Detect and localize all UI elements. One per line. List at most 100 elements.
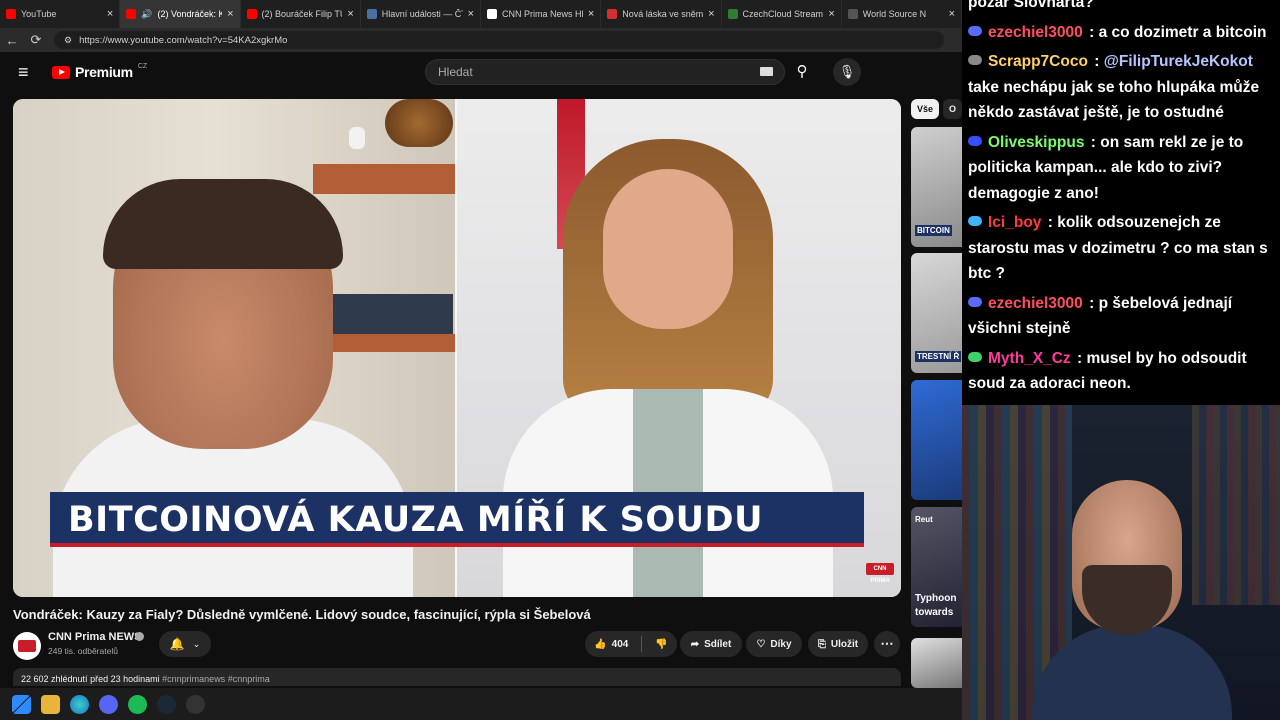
thumbnail-label: Typhoon — [915, 593, 957, 604]
like-separator — [641, 636, 643, 652]
close-tab-icon[interactable]: × — [347, 8, 353, 20]
chat-username[interactable]: Ici_boy — [988, 214, 1041, 231]
menu-icon[interactable]: ≡ — [18, 62, 29, 83]
reload-icon[interactable]: ⟳ — [24, 32, 48, 48]
obs-icon[interactable] — [186, 694, 205, 714]
share-icon: ➦ — [690, 638, 700, 650]
youtube-logo[interactable]: Premium CZ — [52, 63, 147, 80]
browser-tab[interactable]: (2) Bouráček Filip TUREK × — [241, 0, 361, 28]
site-info-icon[interactable]: ⚙ — [64, 35, 72, 46]
chat-username[interactable]: Scrapp7Coco — [988, 53, 1088, 70]
tab-title: YouTube — [21, 9, 57, 19]
back-icon[interactable]: ← — [0, 33, 24, 48]
host-face — [603, 169, 733, 329]
tab-title: Nová láska ve sněmovně — [622, 9, 704, 19]
browser-tab[interactable]: 🔊 (2) Vondráček: Kauz × — [120, 0, 241, 28]
chat-username[interactable]: ezechiel3000 — [988, 24, 1083, 41]
discord-icon[interactable] — [99, 694, 118, 714]
streamer-webcam — [962, 405, 1280, 720]
like-count[interactable]: 404 — [612, 639, 629, 650]
taskbar — [0, 688, 962, 720]
thumbnail-label: BITCOIN — [915, 225, 952, 236]
close-tab-icon[interactable]: × — [227, 8, 233, 20]
tab-favicon-icon — [126, 9, 137, 19]
file-explorer-icon[interactable] — [41, 694, 60, 714]
chat-message: Ici_boy : kolik odsouzenejch ze starostu… — [968, 210, 1274, 287]
channel-avatar[interactable] — [13, 632, 41, 660]
chevron-down-icon: ⌄ — [192, 638, 201, 649]
more-icon: ⋯ — [880, 636, 894, 651]
save-label: Uložit — [830, 638, 859, 650]
chat-message: Scrapp7Coco : @FilipTurekJeKokot take ne… — [968, 49, 1274, 126]
recommendation-thumbnail[interactable]: BITCOIN — [911, 127, 962, 247]
guest-hair — [103, 179, 343, 269]
notification-button[interactable]: 🔔 ⌄ — [159, 631, 211, 657]
upload-age: před 23 hodinami — [90, 674, 160, 684]
close-tab-icon[interactable]: × — [708, 8, 714, 20]
chat-badge-icon — [968, 25, 982, 36]
hashtags[interactable]: #cnnprimanews #cnnprima — [162, 674, 270, 684]
steam-icon[interactable] — [157, 694, 176, 714]
chat-badge-icon — [968, 351, 982, 362]
logo-text: Premium — [75, 64, 133, 80]
browser-tab[interactable]: Hlavní události — ČT24 × — [361, 0, 481, 28]
browser-tab[interactable]: Nová láska ve sněmovně × — [601, 0, 722, 28]
close-tab-icon[interactable]: × — [468, 8, 474, 20]
bookshelf-right — [1192, 405, 1280, 605]
video-title: Vondráček: Kauzy za Fialy? Důsledně vyml… — [13, 607, 591, 622]
like-dislike-group: 👍 404 👎 — [585, 631, 677, 657]
windows-start-icon[interactable] — [12, 694, 31, 714]
browser-tab[interactable]: World Source N × — [842, 0, 962, 28]
browser-tab[interactable]: CzechCloud Stream - Wi × — [722, 0, 842, 28]
dislike-icon[interactable]: 👎 — [655, 639, 667, 650]
search-button[interactable]: ⚲ — [788, 59, 816, 85]
description-box[interactable]: 22 602 zhlédnutí před 23 hodinami #cnnpr… — [13, 668, 901, 686]
channel-name[interactable]: CNN Prima NEWS — [48, 631, 142, 643]
url-field[interactable]: ⚙ https://www.youtube.com/watch?v=54KA2x… — [54, 31, 944, 49]
thanks-button[interactable]: ♡ Díky — [746, 631, 802, 657]
spotify-icon[interactable] — [128, 694, 147, 714]
chat-username[interactable]: ezechiel3000 — [988, 295, 1083, 312]
chat-text: : — [1089, 53, 1104, 70]
save-button[interactable]: ⎘ Uložit — [808, 631, 868, 657]
chat-username[interactable]: Myth_X_Cz — [988, 350, 1071, 367]
more-actions-button[interactable]: ⋯ — [874, 631, 900, 657]
tab-favicon-icon — [487, 9, 497, 19]
keyboard-icon[interactable] — [760, 67, 773, 76]
chat-mention[interactable]: @FilipTurekJeKokot — [1104, 53, 1253, 70]
tab-title: Hlavní události — ČT24 — [381, 9, 463, 19]
close-tab-icon[interactable]: × — [828, 8, 834, 20]
browser-tab[interactable]: CNN Prima News HD Slo × — [481, 0, 602, 28]
chat-badge-icon — [968, 296, 982, 307]
stream-chat: pozar Slovnarta? ezechiel3000 : a co dozi… — [962, 0, 1280, 405]
filter-chip[interactable]: O — [943, 99, 963, 119]
edge-browser-icon[interactable] — [70, 694, 89, 714]
lower-third-text: BITCOINOVÁ KAUZA MÍŘÍ K SOUDU — [68, 500, 764, 540]
chat-username[interactable]: Oliveskippus — [988, 134, 1084, 151]
filter-chip[interactable]: Vše — [911, 99, 940, 119]
globe-ornament — [385, 99, 453, 147]
voice-search-button[interactable]: 🎙 — [833, 58, 861, 86]
thumbnail-label: towards — [915, 607, 954, 618]
tab-favicon-icon — [727, 9, 738, 19]
subscriber-count: 249 tis. odběratelů — [48, 646, 118, 656]
lower-third-banner: BITCOINOVÁ KAUZA MÍŘÍ K SOUDU — [50, 492, 864, 547]
like-icon[interactable]: 👍 — [594, 639, 606, 650]
close-tab-icon[interactable]: × — [588, 8, 594, 20]
recommendation-thumbnail[interactable]: Reut Typhoon towards — [911, 507, 962, 627]
share-button[interactable]: ➦ Sdílet — [680, 631, 742, 657]
close-tab-icon[interactable]: × — [949, 8, 955, 20]
bookmark-icon: ⎘ — [817, 638, 826, 650]
video-player[interactable]: BITCOINOVÁ KAUZA MÍŘÍ K SOUDU CNN PRIMA — [13, 99, 901, 597]
speaker-icon[interactable]: 🔊 — [141, 9, 152, 20]
view-count: 22 602 zhlédnutí — [21, 674, 88, 684]
close-tab-icon[interactable]: × — [107, 8, 113, 20]
recommendation-thumbnail[interactable] — [911, 380, 962, 500]
chat-message: pozar Slovnarta? — [968, 0, 1274, 16]
chat-message: Oliveskippus : on sam rekl ze je to poli… — [968, 130, 1274, 207]
browser-tab[interactable]: YouTube × — [0, 0, 121, 28]
recommendation-thumbnail[interactable] — [911, 638, 962, 688]
youtube-play-icon — [52, 65, 70, 79]
search-input[interactable]: Hledat — [425, 59, 785, 85]
recommendation-thumbnail[interactable]: TRESTNÍ Ř — [911, 253, 962, 373]
